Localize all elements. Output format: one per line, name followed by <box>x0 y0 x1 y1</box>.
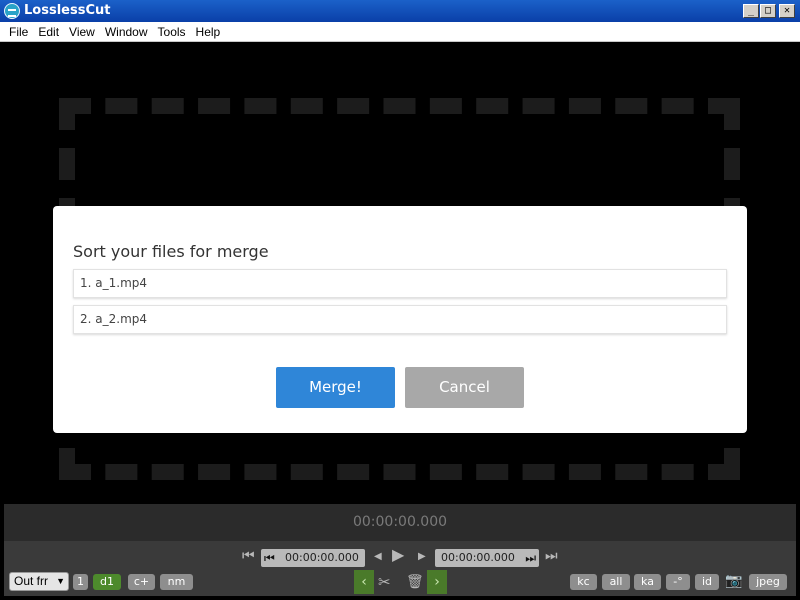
menu-tools[interactable]: Tools <box>153 22 191 42</box>
maximize-button[interactable]: □ <box>760 4 776 18</box>
next-segment-button[interactable]: › <box>427 570 447 594</box>
set-cut-end-icon[interactable]: ⏭ <box>525 549 536 567</box>
cut-end-time-value: 00:00:00.000 <box>441 551 515 564</box>
step-forward-icon[interactable]: ▶ <box>418 550 426 564</box>
timeline-bar[interactable]: 00:00:00.000 <box>4 504 796 541</box>
output-format-select[interactable]: Out frr ▼ <box>9 572 69 591</box>
close-button[interactable]: ✕ <box>779 4 795 18</box>
file-list-item[interactable]: 2. a_2.mp4 <box>73 305 727 334</box>
cut-add-toggle-button[interactable]: c+ <box>128 574 155 590</box>
window-title: LosslessCut <box>24 3 111 18</box>
menu-bar: File Edit View Window Tools Help <box>0 22 800 42</box>
dialog-title: Sort your files for merge <box>73 242 269 261</box>
duration-toggle-button[interactable]: d1 <box>93 574 121 590</box>
menu-window[interactable]: Window <box>100 22 153 42</box>
step-back-icon[interactable]: ◀ <box>374 550 382 564</box>
output-format-value: Out frr <box>14 574 49 588</box>
all-streams-button[interactable]: all <box>602 574 630 590</box>
segment-number-badge[interactable]: 1 <box>73 574 88 590</box>
include-data-button[interactable]: id <box>695 574 719 590</box>
jump-to-start-icon[interactable]: ⏮ <box>242 549 255 563</box>
camera-icon[interactable]: 📷 <box>725 574 742 588</box>
chevron-down-icon: ▼ <box>56 576 65 586</box>
trash-icon[interactable]: 🗑 <box>406 575 424 589</box>
cut-end-time-input[interactable]: 00:00:00.000 ⏭ <box>435 549 539 567</box>
rotation-button[interactable]: -° <box>666 574 690 590</box>
scissors-icon[interactable]: ✂ <box>378 575 391 590</box>
minimize-button[interactable]: _ <box>743 4 759 18</box>
set-cut-start-icon[interactable]: ⏮ <box>264 549 275 567</box>
menu-view[interactable]: View <box>64 22 100 42</box>
nm-toggle-button[interactable]: nm <box>160 574 193 590</box>
controls-panel: ⏮ ⏮ 00:00:00.000 ◀ ▶ ▶ 00:00:00.000 ⏭ ⏭ … <box>4 541 796 596</box>
cancel-button[interactable]: Cancel <box>405 367 524 408</box>
menu-help[interactable]: Help <box>191 22 226 42</box>
cut-start-time-value: 00:00:00.000 <box>285 551 359 564</box>
menu-edit[interactable]: Edit <box>33 22 64 42</box>
jump-to-end-icon[interactable]: ⏭ <box>545 549 558 563</box>
keyframe-cut-button[interactable]: kc <box>570 574 597 590</box>
merge-button[interactable]: Merge! <box>276 367 395 408</box>
keep-audio-button[interactable]: ka <box>634 574 661 590</box>
screenshot-format-button[interactable]: jpeg <box>749 574 787 590</box>
current-time-display: 00:00:00.000 <box>352 514 448 530</box>
title-bar: LosslessCut _ □ ✕ <box>0 0 800 22</box>
menu-file[interactable]: File <box>4 22 33 42</box>
cut-start-time-input[interactable]: ⏮ 00:00:00.000 <box>261 549 365 567</box>
previous-segment-button[interactable]: ‹ <box>354 570 374 594</box>
merge-dialog: Sort your files for merge 1. a_1.mp4 2. … <box>53 206 747 433</box>
losslesscut-app-icon <box>4 3 20 19</box>
file-list-item[interactable]: 1. a_1.mp4 <box>73 269 727 298</box>
play-icon[interactable]: ▶ <box>392 547 404 563</box>
